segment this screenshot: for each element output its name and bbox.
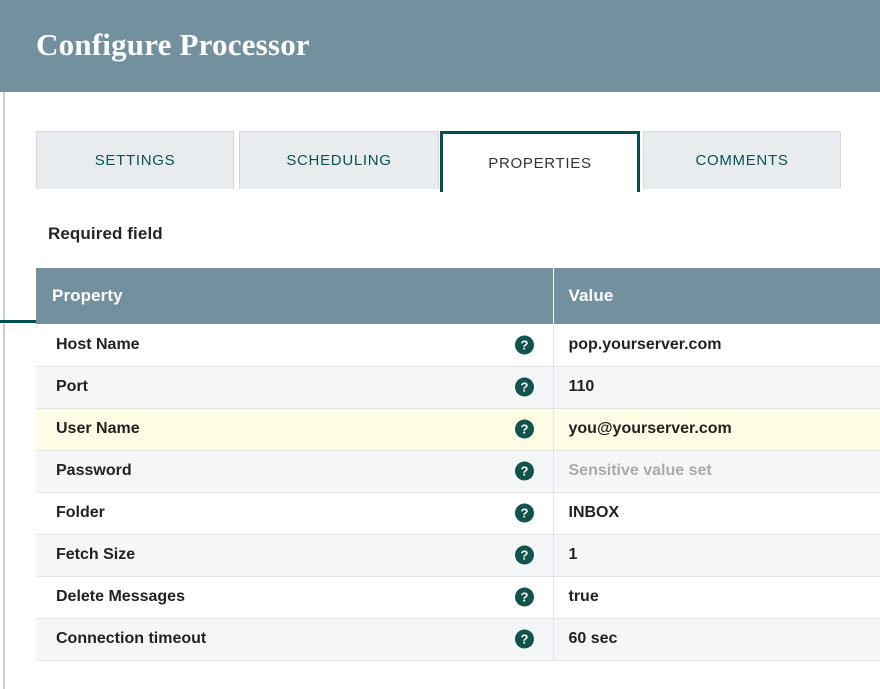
table-row[interactable]: Host Name? pop.yourserver.com bbox=[36, 324, 880, 366]
active-tab-mask bbox=[443, 188, 637, 193]
property-label: Folder bbox=[56, 504, 105, 522]
table-row[interactable]: Folder? INBOX bbox=[36, 492, 880, 534]
help-circle-icon[interactable]: ? bbox=[515, 378, 534, 397]
svg-text:?: ? bbox=[520, 590, 528, 605]
property-name-cell: User Name? bbox=[36, 408, 553, 450]
required-field-legend: Required field bbox=[48, 224, 163, 244]
property-value-text: 1 bbox=[569, 546, 578, 563]
column-header-value: Value bbox=[553, 268, 880, 324]
tab-properties[interactable]: PROPERTIES bbox=[440, 131, 640, 192]
property-value-cell[interactable]: you@yourserver.com bbox=[553, 408, 880, 450]
table-header-row: Property Value bbox=[36, 268, 880, 324]
property-name-cell: Host Name? bbox=[36, 324, 553, 366]
dialog-header: Configure Processor bbox=[0, 0, 880, 92]
tab-settings[interactable]: SETTINGS bbox=[36, 131, 234, 189]
help-circle-icon[interactable]: ? bbox=[515, 546, 534, 565]
property-name-cell: Connection timeout? bbox=[36, 618, 553, 660]
svg-text:?: ? bbox=[520, 548, 528, 563]
tab-scheduling[interactable]: SCHEDULING bbox=[239, 131, 439, 189]
property-name-cell: Folder? bbox=[36, 492, 553, 534]
svg-text:?: ? bbox=[520, 422, 528, 437]
help-circle-icon[interactable]: ? bbox=[515, 420, 534, 439]
table-row[interactable]: Fetch Size? 1 bbox=[36, 534, 880, 576]
page-title: Configure Processor bbox=[36, 27, 310, 63]
help-circle-icon[interactable]: ? bbox=[515, 588, 534, 607]
svg-text:?: ? bbox=[520, 506, 528, 521]
property-name-cell: Delete Messages? bbox=[36, 576, 553, 618]
property-label: Connection timeout bbox=[56, 630, 206, 648]
svg-text:?: ? bbox=[520, 464, 528, 479]
svg-text:?: ? bbox=[520, 632, 528, 647]
column-header-property: Property bbox=[36, 268, 553, 324]
property-value-text: true bbox=[569, 588, 599, 605]
table-row[interactable]: Password? Sensitive value set bbox=[36, 450, 880, 492]
help-circle-icon[interactable]: ? bbox=[515, 335, 534, 354]
property-value-cell[interactable]: Sensitive value set bbox=[553, 450, 880, 492]
property-label: Port bbox=[56, 378, 88, 396]
help-circle-icon[interactable]: ? bbox=[515, 462, 534, 481]
table-row[interactable]: Delete Messages? true bbox=[36, 576, 880, 618]
property-label: User Name bbox=[56, 420, 140, 438]
property-label: Host Name bbox=[56, 336, 140, 354]
property-value-text: 110 bbox=[569, 378, 595, 395]
properties-table-body: Host Name? pop.yourserver.com Port? 110 User… bbox=[36, 324, 880, 660]
tab-bar: SETTINGS SCHEDULING PROPERTIES COMMENTS bbox=[0, 131, 880, 193]
property-value-text: you@yourserver.com bbox=[569, 420, 732, 437]
properties-table: Property Value Host Name? pop.yourserver.… bbox=[36, 268, 880, 661]
tab-comments[interactable]: COMMENTS bbox=[643, 131, 841, 189]
property-name-cell: Password? bbox=[36, 450, 553, 492]
svg-text:?: ? bbox=[520, 380, 528, 395]
property-value-text: INBOX bbox=[569, 504, 620, 521]
help-circle-icon[interactable]: ? bbox=[515, 504, 534, 523]
property-value-text: pop.yourserver.com bbox=[569, 336, 722, 353]
table-row[interactable]: User Name? you@yourserver.com bbox=[36, 408, 880, 450]
property-label: Delete Messages bbox=[56, 588, 185, 606]
table-row[interactable]: Port? 110 bbox=[36, 366, 880, 408]
property-name-cell: Port? bbox=[36, 366, 553, 408]
property-label: Password bbox=[56, 462, 132, 480]
property-value-cell[interactable]: 1 bbox=[553, 534, 880, 576]
sensitive-value-text: Sensitive value set bbox=[569, 462, 712, 479]
table-row[interactable]: Connection timeout? 60 sec bbox=[36, 618, 880, 660]
property-name-cell: Fetch Size? bbox=[36, 534, 553, 576]
svg-text:?: ? bbox=[520, 337, 528, 352]
help-circle-icon[interactable]: ? bbox=[515, 630, 534, 649]
property-value-text: 60 sec bbox=[569, 630, 618, 647]
property-value-cell[interactable]: INBOX bbox=[553, 492, 880, 534]
property-value-cell[interactable]: true bbox=[553, 576, 880, 618]
property-value-cell[interactable]: pop.yourserver.com bbox=[553, 324, 880, 366]
property-value-cell[interactable]: 60 sec bbox=[553, 618, 880, 660]
property-label: Fetch Size bbox=[56, 546, 135, 564]
property-value-cell[interactable]: 110 bbox=[553, 366, 880, 408]
